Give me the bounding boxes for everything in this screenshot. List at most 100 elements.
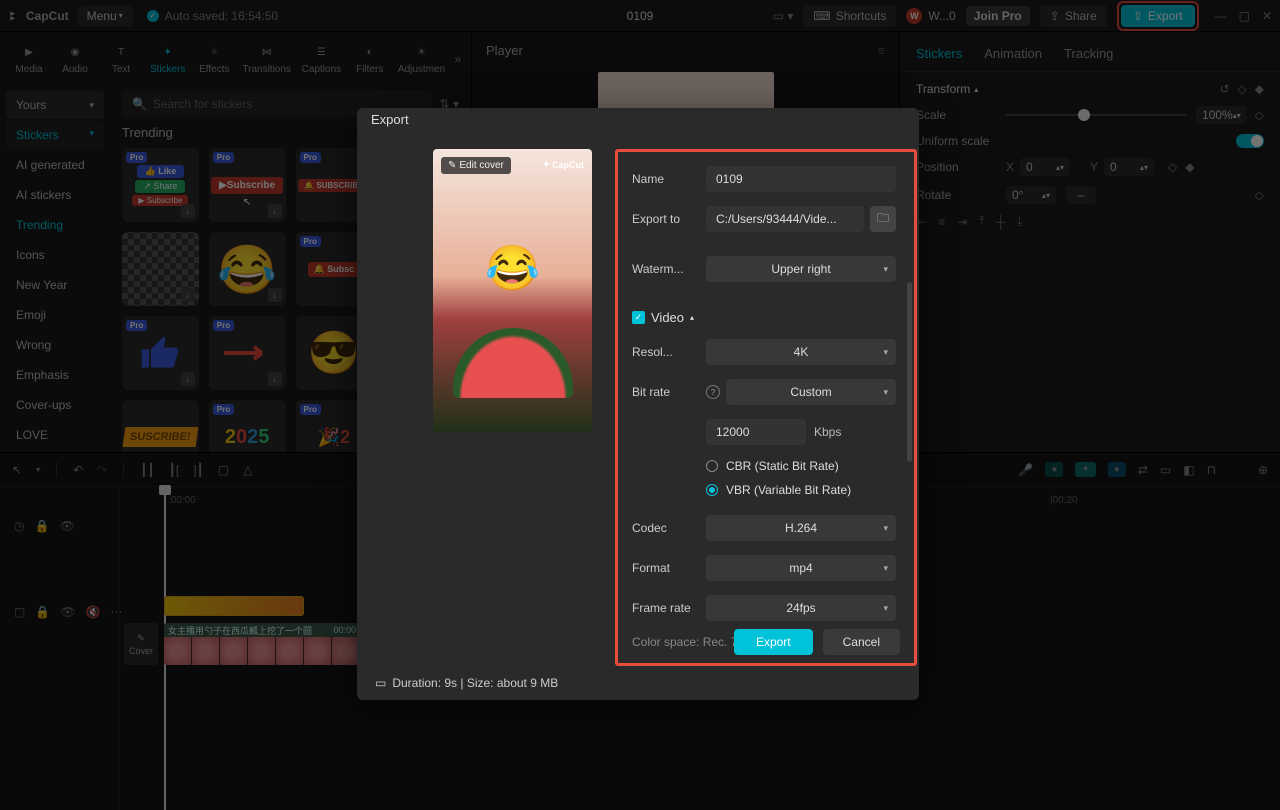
scrollbar[interactable]: [907, 282, 912, 462]
tab-stickers[interactable]: ✦Stickers: [148, 40, 187, 77]
tabs-more-icon[interactable]: »: [454, 52, 461, 66]
align-top-icon[interactable]: ⤒: [979, 214, 984, 229]
workspace-switch[interactable]: W W...0: [906, 8, 955, 24]
lock-icon[interactable]: 🔒: [35, 605, 50, 619]
tab-audio[interactable]: ◉Audio: [56, 40, 94, 77]
vbr-radio[interactable]: VBR (Variable Bit Rate): [706, 483, 851, 497]
tab-effects[interactable]: ✧Effects: [195, 40, 233, 77]
keyframe-icon[interactable]: ◆: [1255, 82, 1264, 96]
crop-icon[interactable]: ▢: [218, 463, 229, 477]
maximize-icon[interactable]: ▢: [1239, 9, 1250, 23]
eye-icon[interactable]: 👁: [59, 519, 74, 533]
position-x[interactable]: 0▴▾: [1020, 158, 1070, 176]
cursor-icon[interactable]: ↖: [12, 463, 22, 477]
sticker-item[interactable]: SUSCRIBE!: [122, 400, 199, 452]
export-button[interactable]: ⇧ Export: [1121, 5, 1195, 27]
cat-emoji[interactable]: Emoji: [6, 301, 104, 329]
resolution-select[interactable]: 4K▾: [706, 339, 896, 365]
cat-yours[interactable]: Yours▾: [6, 91, 104, 119]
cat-icons[interactable]: Icons: [6, 241, 104, 269]
keyframe-icon[interactable]: ◇: [1255, 188, 1264, 202]
tab-captions[interactable]: ☰Captions: [300, 40, 343, 77]
preview-icon[interactable]: ▭: [1160, 463, 1171, 477]
cat-ai-stickers[interactable]: AI stickers: [6, 181, 104, 209]
minimize-icon[interactable]: —: [1215, 9, 1227, 23]
join-pro-button[interactable]: Join Pro: [966, 6, 1030, 26]
scale-value[interactable]: 100%▴▾: [1196, 106, 1247, 124]
trim-left-icon[interactable]: ┃[: [169, 463, 180, 477]
magnet-icon[interactable]: ⊓: [1207, 463, 1216, 477]
undo-icon[interactable]: ↶: [73, 463, 83, 477]
tag-chip[interactable]: ●: [1108, 462, 1126, 477]
close-icon[interactable]: ✕: [1262, 9, 1272, 23]
sticker-item[interactable]: Pro↓: [122, 316, 199, 390]
aspect-ratio-icon[interactable]: ▭ ▾: [773, 9, 794, 23]
bitrate-input[interactable]: 12000: [706, 419, 806, 445]
info-icon[interactable]: ?: [706, 385, 720, 399]
link-icon[interactable]: ⇄: [1138, 463, 1148, 477]
video-clip[interactable]: 女主播用勺子在西瓜瓤上挖了一个圆00:00: [164, 623, 360, 665]
tab-transitions[interactable]: ⋈Transitions: [241, 40, 292, 77]
split-icon[interactable]: ┃┃: [140, 463, 154, 477]
align-center-h-icon[interactable]: ≡: [938, 215, 945, 229]
eye-icon[interactable]: 👁: [60, 605, 75, 619]
reset-icon[interactable]: ↺: [1219, 82, 1229, 96]
trim-right-icon[interactable]: ]┃: [193, 463, 204, 477]
edit-cover-button[interactable]: ✎ Edit cover: [441, 157, 511, 174]
watermark-select[interactable]: Upper right▾: [706, 256, 896, 282]
tab-media[interactable]: ▶Media: [10, 40, 48, 77]
cat-love[interactable]: LOVE: [6, 421, 104, 449]
tag-chip[interactable]: ✦: [1075, 462, 1095, 477]
sticker-item[interactable]: Pro↓: [209, 316, 286, 390]
chevron-up-icon[interactable]: ▴: [974, 85, 978, 94]
mirror-icon[interactable]: △: [243, 463, 252, 477]
tab-text[interactable]: TText: [102, 40, 140, 77]
align-center-v-icon[interactable]: ┼: [996, 215, 1005, 229]
marker-icon[interactable]: ◧: [1183, 463, 1194, 477]
clock-icon[interactable]: ◷: [14, 519, 24, 533]
tab-filters[interactable]: ◐Filters: [351, 40, 389, 77]
export-confirm-button[interactable]: Export: [734, 629, 813, 655]
menu-button[interactable]: Menu ▾: [77, 6, 133, 26]
rotate-extra[interactable]: –: [1066, 186, 1096, 204]
rotate-value[interactable]: 0°▴▾: [1006, 186, 1056, 204]
cat-emphasis[interactable]: Emphasis: [6, 361, 104, 389]
mic-icon[interactable]: 🎤: [1018, 463, 1033, 477]
framerate-select[interactable]: 24fps▾: [706, 595, 896, 621]
tag-chip[interactable]: ●: [1045, 462, 1063, 477]
cat-wrong[interactable]: Wrong: [6, 331, 104, 359]
sticker-item[interactable]: Pro▶Subscribe↖↓: [209, 148, 286, 222]
cbr-radio[interactable]: CBR (Static Bit Rate): [706, 459, 839, 473]
cat-coverups[interactable]: Cover-ups: [6, 391, 104, 419]
mute-icon[interactable]: 🔇: [86, 605, 101, 619]
share-button[interactable]: ⇪ Share: [1040, 5, 1107, 27]
align-right-icon[interactable]: ⇥: [957, 215, 967, 229]
inspector-tab-animation[interactable]: Animation: [984, 46, 1042, 61]
cat-ai-generated[interactable]: AI generated: [6, 151, 104, 179]
keyframe-icon[interactable]: ◇: [1168, 160, 1177, 174]
cover-button[interactable]: ✎ Cover: [124, 623, 158, 665]
sticker-item[interactable]: Pro👍 Like↗ Share▶ Subscribe↓: [122, 148, 199, 222]
uniform-scale-toggle[interactable]: [1236, 134, 1264, 148]
zoom-add-icon[interactable]: ⊕: [1258, 463, 1268, 477]
format-select[interactable]: mp4▾: [706, 555, 896, 581]
export-name-input[interactable]: 0109: [706, 166, 896, 192]
cat-mood[interactable]: Mood: [6, 451, 104, 452]
bitrate-select[interactable]: Custom▾: [726, 379, 896, 405]
cat-newyear[interactable]: New Year: [6, 271, 104, 299]
shortcuts-button[interactable]: ⌨ Shortcuts: [803, 5, 896, 27]
position-y[interactable]: 0▴▾: [1104, 158, 1154, 176]
keyframe-icon[interactable]: ◆: [1185, 160, 1194, 174]
cat-trending[interactable]: Trending: [6, 211, 104, 239]
layers-icon[interactable]: ▢: [14, 605, 25, 619]
keyframe-icon[interactable]: ◇: [1255, 108, 1264, 122]
tab-adjustment[interactable]: ☀Adjustmen: [397, 40, 447, 77]
hamburger-icon[interactable]: ≡: [877, 43, 885, 58]
redo-icon[interactable]: ↷: [97, 463, 107, 477]
scale-slider[interactable]: [1006, 114, 1186, 116]
inspector-tab-tracking[interactable]: Tracking: [1064, 46, 1113, 61]
export-cancel-button[interactable]: Cancel: [823, 629, 900, 655]
lock-icon[interactable]: 🔒: [34, 519, 49, 533]
sticker-clip[interactable]: [164, 596, 304, 616]
align-bottom-icon[interactable]: ⤓: [1017, 214, 1022, 229]
